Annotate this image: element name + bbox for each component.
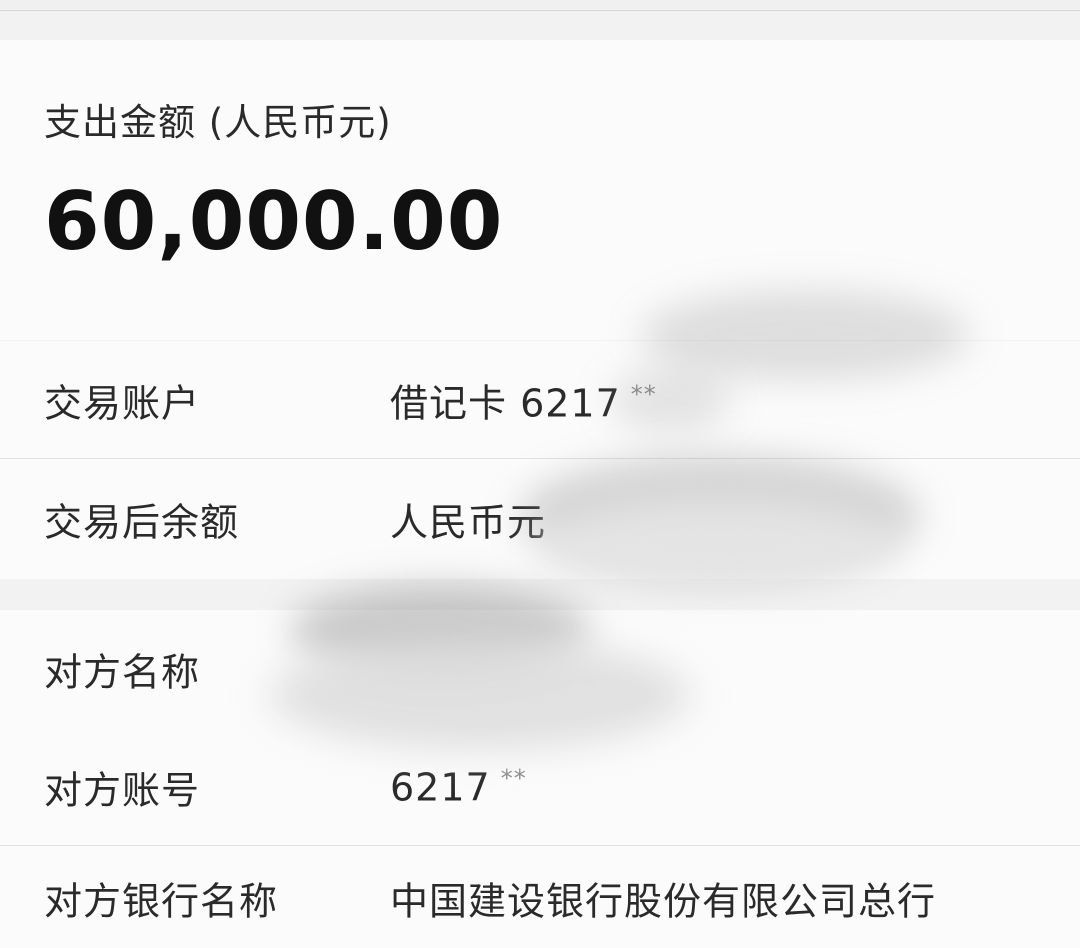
detail-row-account: 交易账户 借记卡 6217 ** <box>0 341 1080 459</box>
row-label-counterparty-bank: 对方银行名称 <box>44 879 279 924</box>
amount-value: 60,000.00 <box>44 175 504 268</box>
masked-digits: ** <box>500 764 527 793</box>
detail-row-balance: 交易后余额 人民币元 <box>0 460 1080 578</box>
account-card: 交易账户 借记卡 6217 ** 交易后余额 人民币元 <box>0 341 1080 579</box>
row-label-counterparty-name: 对方名称 <box>44 650 201 695</box>
row-value-account: 借记卡 6217 ** <box>390 373 657 428</box>
row-value-counterparty-bank: 中国建设银行股份有限公司总行 <box>390 879 937 924</box>
detail-row-counterparty-account: 对方账号 6217 ** <box>0 728 1080 846</box>
top-divider <box>0 0 1080 11</box>
row-value-counterparty-account: 6217 ** <box>390 765 527 810</box>
detail-row-counterparty-name: 对方名称 <box>0 610 1080 728</box>
row-value-balance: 人民币元 <box>390 500 547 545</box>
amount-label: 支出金额 (人民币元) <box>44 101 392 144</box>
detail-row-counterparty-bank: 对方银行名称 中国建设银行股份有限公司总行 <box>0 848 1080 948</box>
row-divider <box>0 458 1080 459</box>
masked-digits: ** <box>630 380 657 409</box>
row-label-counterparty-account: 对方账号 <box>44 768 201 813</box>
row-label-account: 交易账户 <box>44 381 201 426</box>
counterparty-account-text: 6217 <box>390 765 491 810</box>
amount-card: 支出金额 (人民币元) 60,000.00 <box>0 40 1080 340</box>
row-divider <box>0 845 1080 846</box>
account-number-text: 借记卡 6217 <box>390 381 621 426</box>
row-label-balance: 交易后余额 <box>44 500 240 545</box>
counterparty-card: 对方名称 对方账号 6217 ** 对方银行名称 中国建设银行股份有限公司总行 <box>0 610 1080 948</box>
